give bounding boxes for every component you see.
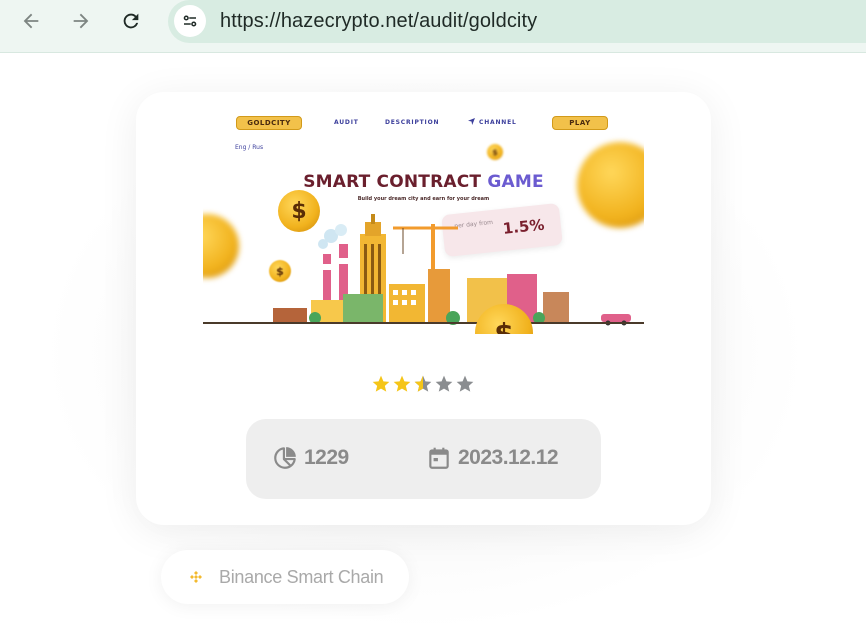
star-full-icon xyxy=(372,375,390,392)
preview-ground xyxy=(203,322,644,324)
views-count: 1229 xyxy=(304,446,349,469)
rating-stars xyxy=(371,374,481,398)
star-empty-icon xyxy=(456,375,474,392)
forward-arrow-icon xyxy=(73,13,89,29)
back-button[interactable] xyxy=(16,6,46,36)
preview-subtitle: Build your dream city and earn for your … xyxy=(357,196,490,202)
forward-button[interactable] xyxy=(66,6,96,36)
reload-button[interactable] xyxy=(116,6,146,36)
star-full-icon xyxy=(393,375,411,392)
browser-toolbar: https://hazecrypto.net/audit/goldcity xyxy=(0,0,866,53)
send-icon xyxy=(468,118,475,125)
pie-chart-icon xyxy=(274,447,296,469)
preview-nav-channel: CHANNEL xyxy=(479,119,517,126)
preview-nav: GOLDCITY AUDIT DESCRIPTION CHANNEL PLAY xyxy=(203,114,644,136)
url-text[interactable]: https://hazecrypto.net/audit/goldcity xyxy=(220,10,537,33)
preview-nav-audit: AUDIT xyxy=(334,119,359,126)
page-content: GOLDCITY AUDIT DESCRIPTION CHANNEL PLAY … xyxy=(0,53,866,633)
preview-lang: Eng / Rus xyxy=(235,144,264,151)
coin-small-top: $ xyxy=(487,144,503,160)
reload-icon xyxy=(123,13,139,29)
preview-play: PLAY xyxy=(552,116,608,130)
project-card: GOLDCITY AUDIT DESCRIPTION CHANNEL PLAY … xyxy=(136,92,711,525)
star-empty-icon xyxy=(435,375,453,392)
project-preview-image[interactable]: GOLDCITY AUDIT DESCRIPTION CHANNEL PLAY … xyxy=(203,114,644,334)
preview-logo: GOLDCITY xyxy=(236,116,302,130)
address-bar[interactable]: https://hazecrypto.net/audit/goldcity xyxy=(168,0,866,43)
calendar-icon xyxy=(429,447,449,469)
site-settings-icon xyxy=(183,15,197,27)
views-stat: 1229 xyxy=(272,445,349,471)
chain-badge[interactable]: Binance Smart Chain xyxy=(161,550,409,604)
coin-small-left: $ xyxy=(269,260,291,282)
audit-date: 2023.12.12 xyxy=(458,446,559,469)
site-info-button[interactable] xyxy=(174,5,206,37)
date-stat: 2023.12.12 xyxy=(426,445,559,471)
binance-icon xyxy=(190,571,202,583)
chain-name: Binance Smart Chain xyxy=(219,566,384,587)
preview-title: SMART CONTRACT GAME xyxy=(303,172,544,192)
stats-panel: 1229 2023.12.12 xyxy=(246,419,601,499)
back-arrow-icon xyxy=(23,13,39,29)
star-half-icon xyxy=(414,375,432,392)
preview-nav-description: DESCRIPTION xyxy=(385,119,440,126)
